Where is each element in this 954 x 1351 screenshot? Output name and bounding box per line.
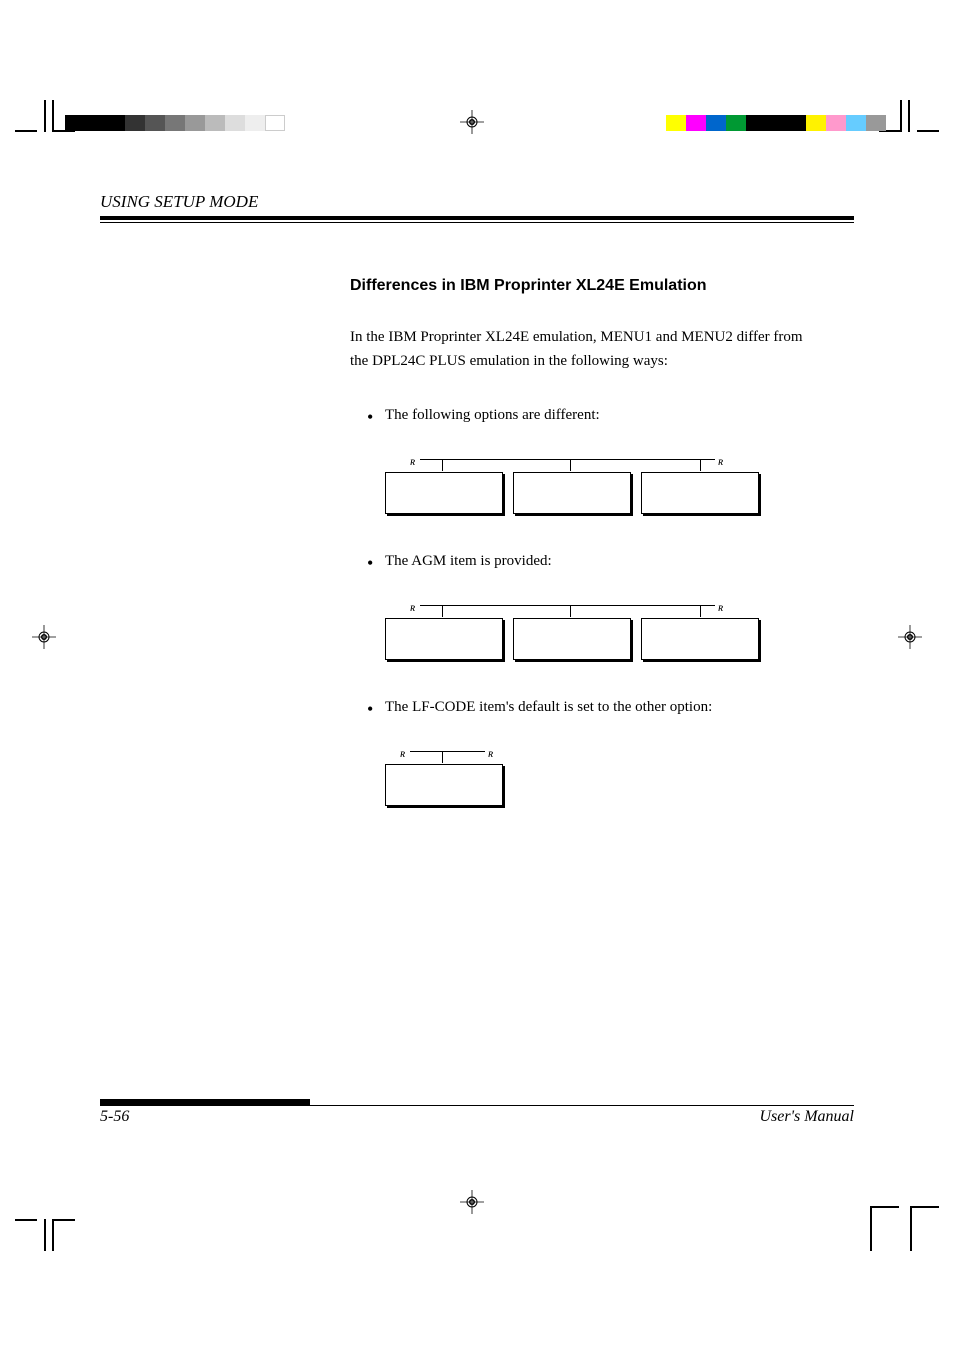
diagram: ʀ ʀ bbox=[385, 452, 804, 514]
divider bbox=[100, 216, 854, 220]
header-section-title: USING SETUP MODE bbox=[100, 192, 854, 212]
option-box bbox=[513, 472, 631, 514]
bell-icon: ʀ bbox=[410, 454, 415, 469]
option-box bbox=[385, 472, 503, 514]
bullet-text: The LF-CODE item's default is set to the… bbox=[385, 695, 804, 719]
divider bbox=[100, 222, 854, 223]
divider bbox=[100, 1105, 854, 1106]
color-bar bbox=[666, 115, 886, 131]
body-paragraph: In the IBM Proprinter XL24E emulation, M… bbox=[350, 325, 804, 373]
page-header: USING SETUP MODE bbox=[100, 192, 854, 223]
crop-mark bbox=[910, 1206, 912, 1251]
crop-mark bbox=[52, 1219, 54, 1251]
crop-mark bbox=[15, 1219, 37, 1221]
crop-mark bbox=[52, 100, 54, 132]
section-heading: Differences in IBM Proprinter XL24E Emul… bbox=[350, 277, 804, 295]
crop-mark bbox=[917, 130, 939, 132]
option-box bbox=[641, 618, 759, 660]
grayscale-bar bbox=[65, 115, 285, 131]
bell-icon: ʀ bbox=[718, 600, 723, 615]
registration-mark-icon bbox=[460, 110, 484, 134]
crop-mark bbox=[15, 130, 37, 132]
bullet-text: The following options are different: bbox=[385, 403, 804, 427]
diagram: ʀ ʀ bbox=[385, 598, 804, 660]
registration-mark-icon bbox=[460, 1190, 484, 1214]
crop-mark bbox=[870, 1206, 872, 1251]
option-box bbox=[385, 764, 503, 806]
page-content: Differences in IBM Proprinter XL24E Emul… bbox=[350, 277, 804, 841]
document-title: User's Manual bbox=[759, 1108, 854, 1126]
option-box bbox=[513, 618, 631, 660]
option-box bbox=[641, 472, 759, 514]
diagram: ʀ ʀ bbox=[385, 744, 804, 806]
crop-mark bbox=[44, 1219, 46, 1251]
bell-icon: ʀ bbox=[488, 746, 493, 761]
crop-mark bbox=[53, 1219, 75, 1221]
bell-icon: ʀ bbox=[410, 600, 415, 615]
registration-mark-icon bbox=[898, 625, 922, 649]
page-footer: 5-56 User's Manual bbox=[100, 1105, 854, 1126]
crop-mark bbox=[900, 100, 902, 132]
crop-mark bbox=[871, 1206, 899, 1208]
crop-mark bbox=[908, 100, 910, 132]
bell-icon: ʀ bbox=[718, 454, 723, 469]
divider bbox=[100, 1099, 310, 1105]
bullet-text: The AGM item is provided: bbox=[385, 549, 804, 573]
registration-mark-icon bbox=[32, 625, 56, 649]
bell-icon: ʀ bbox=[400, 746, 405, 761]
crop-mark bbox=[911, 1206, 939, 1208]
crop-mark bbox=[44, 100, 46, 132]
page-number: 5-56 bbox=[100, 1108, 129, 1126]
option-box bbox=[385, 618, 503, 660]
